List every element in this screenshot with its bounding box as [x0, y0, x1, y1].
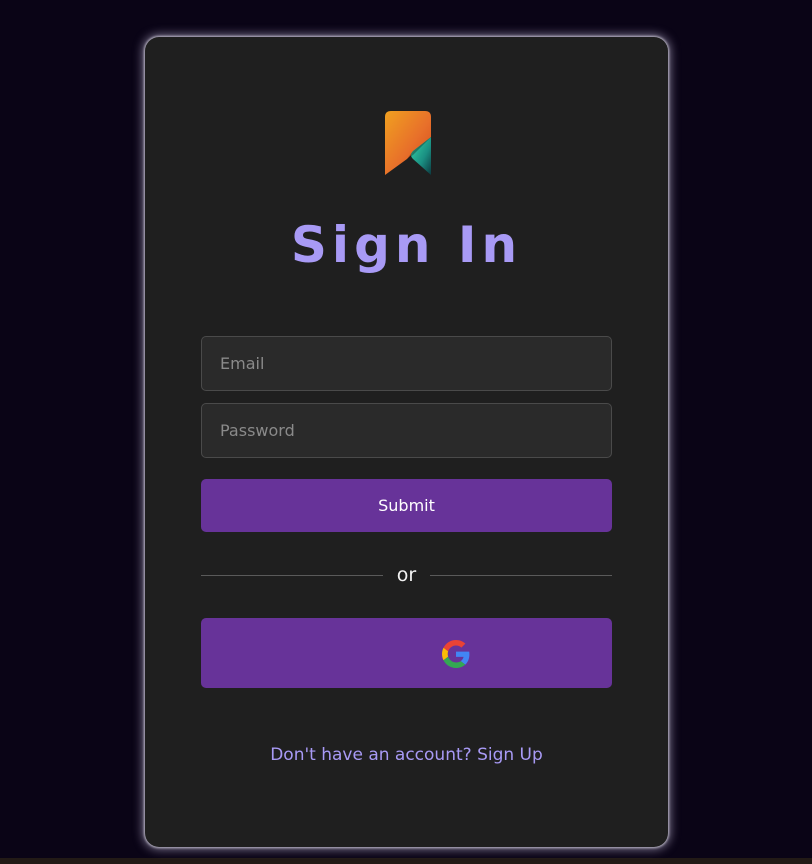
email-field[interactable] — [201, 336, 612, 391]
google-icon — [442, 640, 470, 668]
taskbar-strip — [0, 858, 812, 864]
divider-line-right — [430, 575, 612, 576]
or-divider: or — [201, 561, 612, 589]
submit-button[interactable]: Submit — [201, 479, 612, 532]
signup-prompt: Don't have an account? Sign Up — [145, 743, 668, 767]
signin-card: Sign In Submit or Don't have an account?… — [145, 37, 668, 847]
password-field[interactable] — [201, 403, 612, 458]
google-signin-button[interactable] — [201, 618, 612, 688]
page-title: Sign In — [290, 216, 523, 274]
signup-link[interactable]: Don't have an account? Sign Up — [270, 745, 543, 765]
bookmark-logo-icon — [385, 111, 431, 175]
